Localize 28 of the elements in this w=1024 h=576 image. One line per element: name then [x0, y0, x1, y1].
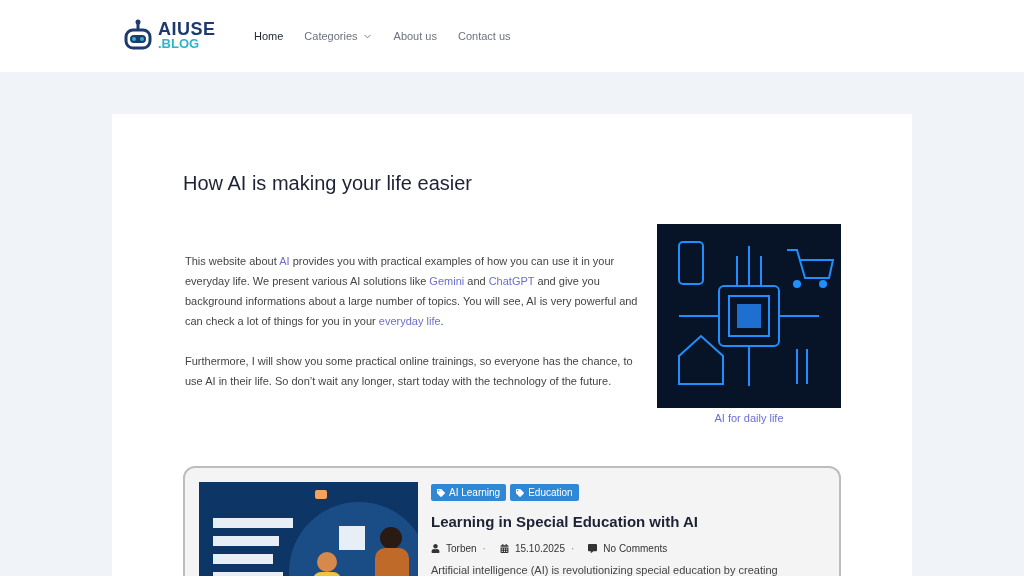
user-icon: [431, 544, 440, 553]
separator-dot: ·: [571, 543, 575, 554]
category-tag[interactable]: AI Learning: [431, 484, 507, 501]
calendar-icon: [499, 544, 509, 553]
tag-icon: [516, 488, 525, 497]
image-caption[interactable]: AI for daily life: [714, 412, 784, 424]
post-author[interactable]: Torben: [446, 543, 477, 554]
nav-link[interactable]: About us: [393, 30, 437, 42]
text-link[interactable]: Gemini: [429, 275, 465, 287]
text-link[interactable]: ChatGPT: [488, 275, 535, 287]
nav-link[interactable]: Contact us: [457, 30, 511, 42]
logo-text[interactable]: AIUSE: [158, 21, 216, 39]
page-title: How AI is making your life easier: [183, 172, 473, 195]
category-tag[interactable]: Education: [510, 484, 579, 501]
post-excerpt: Artificial intelligence (AI) is revolutionizing special education by creating: [431, 564, 779, 576]
comment-icon: [588, 544, 598, 553]
post-date: 15.10.2025: [514, 543, 565, 554]
text-link[interactable]: AI: [279, 255, 290, 267]
tag-icon: [437, 488, 445, 497]
separator-dot: ·: [482, 543, 486, 554]
post-title[interactable]: Learning in Special Education with AI: [431, 513, 825, 530]
robot-icon: [122, 19, 154, 53]
intro-paragraph: This website about AI provides you with practical examples of how you can use it in your everyday life. We present various AI solutions like Gemini and ChatGPT and give you background informations about a large number of topics. You will see, AI is very powerful and can check a lot of things for you in your everyday life.: [185, 254, 639, 329]
text-link[interactable]: everyday life: [378, 315, 441, 327]
nav-link[interactable]: Categories: [304, 30, 373, 42]
comments-link[interactable]: No Comments: [603, 543, 668, 554]
nav-link[interactable]: Home: [254, 30, 284, 42]
intro-paragraph: Furthermore, I will show you some practical online trainings, so everyone has the chance, to use AI in their life. So don’t wait any longer, start today with the technology of the future.: [185, 354, 634, 389]
